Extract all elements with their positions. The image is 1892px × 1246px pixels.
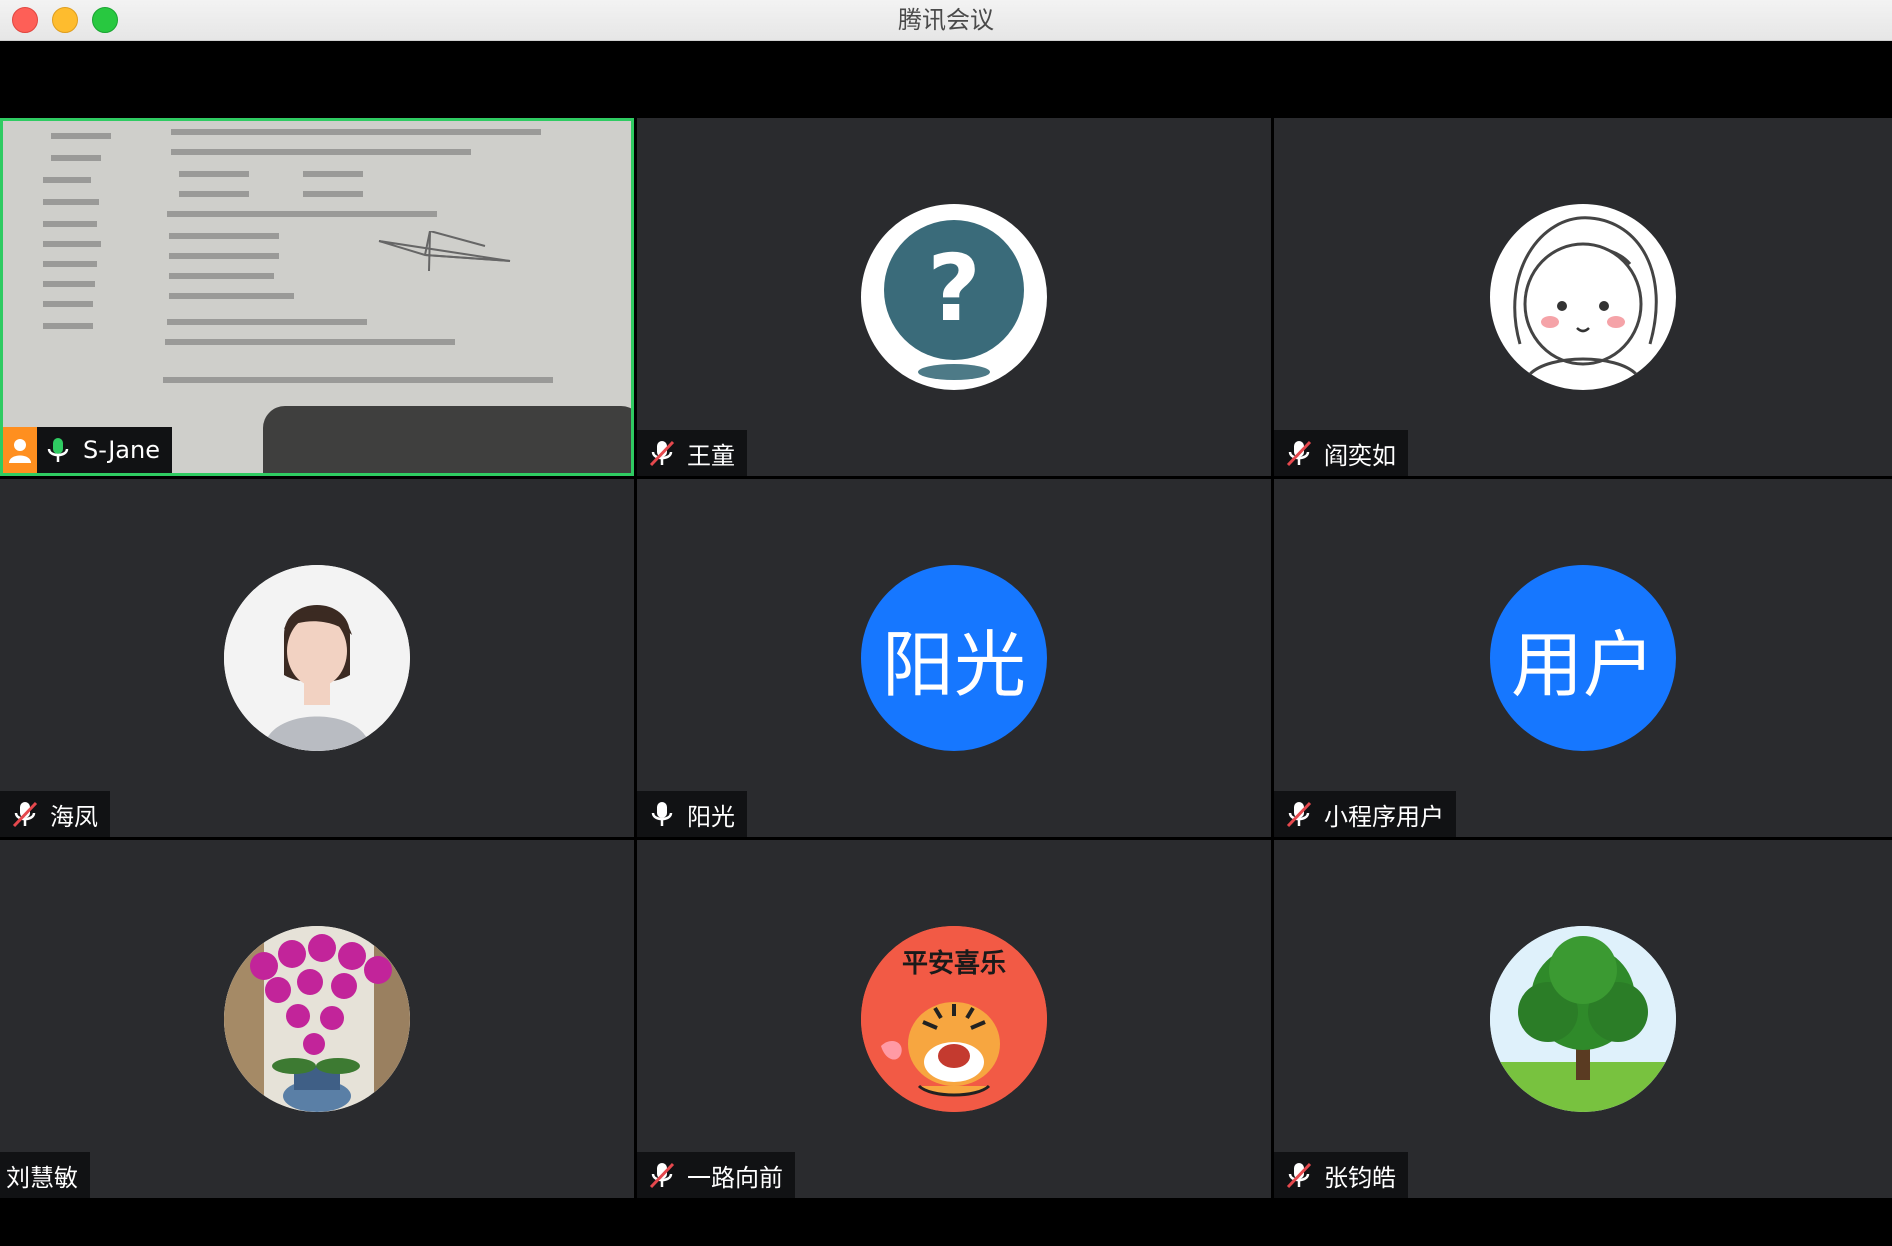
participant-name: 海凤	[50, 802, 98, 831]
participant-grid: S-Jane ? 王童 阎奕如 海凤 阳光 阳光 用户 小程序用户 刘慧敏 平安…	[0, 118, 1892, 1198]
doc-text-line	[43, 261, 97, 267]
doc-text-line	[167, 211, 437, 217]
doc-text-line	[43, 281, 95, 287]
cartoon-girl-avatar	[1490, 204, 1676, 390]
top-toolbar-area	[0, 41, 1892, 118]
doc-text-line	[43, 177, 91, 183]
participant-tile-mini-program-user[interactable]: 用户 小程序用户	[1274, 479, 1892, 837]
avatar-initials: 用户	[1490, 565, 1676, 751]
participant-name: S-Jane	[83, 436, 160, 464]
doc-text-line	[171, 129, 541, 135]
participant-name: 王童	[687, 441, 735, 470]
participant-tile-liu-huimin[interactable]: 刘慧敏	[0, 840, 634, 1198]
svg-text:?: ?	[927, 235, 980, 342]
green-tree-avatar	[1490, 926, 1676, 1112]
doc-text-line	[167, 319, 367, 325]
camera-shadow-object	[263, 406, 631, 473]
doc-text-line	[169, 253, 279, 259]
doc-text-line	[51, 155, 101, 161]
person-icon	[3, 427, 37, 473]
participant-tile-s-jane[interactable]: S-Jane	[0, 118, 634, 476]
participant-nametag: S-Jane	[3, 427, 172, 473]
doc-text-line	[163, 377, 553, 383]
doc-text-line	[179, 191, 249, 197]
window-title: 腾讯会议	[898, 6, 994, 34]
doc-text-line	[303, 171, 363, 177]
participant-tile-wang-tong[interactable]: ? 王童	[637, 118, 1271, 476]
mic-muted-icon	[649, 440, 675, 467]
mic-muted-icon	[1286, 801, 1312, 828]
tiger-avatar: 平安喜乐	[861, 926, 1047, 1112]
question-mark-avatar: ?	[861, 204, 1047, 390]
geometry-figure	[378, 231, 511, 272]
woman-photo-avatar	[224, 565, 410, 751]
orchid-flowers-avatar	[224, 926, 410, 1112]
participant-tile-yan-yiru[interactable]: 阎奕如	[1274, 118, 1892, 476]
participant-nametag: 张钧皓	[1274, 1152, 1408, 1198]
text-avatar: 阳光	[861, 565, 1047, 751]
participant-nametag: 海凤	[0, 791, 110, 837]
window-titlebar: 腾讯会议	[0, 0, 1892, 41]
doc-text-line	[43, 221, 97, 227]
participant-nametag: 王童	[637, 430, 747, 476]
participant-tile-yang-guang[interactable]: 阳光 阳光	[637, 479, 1271, 837]
shared-screen-document	[3, 121, 631, 473]
doc-text-line	[171, 149, 471, 155]
participant-tile-zhang-junhao[interactable]: 张钧皓	[1274, 840, 1892, 1198]
participant-name: 阎奕如	[1324, 441, 1396, 470]
doc-text-line	[169, 293, 294, 299]
doc-text-line	[43, 199, 99, 205]
mic-muted-icon	[1286, 1162, 1312, 1189]
participant-tile-hai-feng[interactable]: 海凤	[0, 479, 634, 837]
mic-on-icon	[47, 438, 69, 462]
mic-on-icon	[651, 802, 673, 826]
participant-nametag: 刘慧敏	[0, 1152, 90, 1198]
participant-tile-yi-lu-xiang-qian[interactable]: 平安喜乐 一路向前	[637, 840, 1271, 1198]
participant-name: 小程序用户	[1324, 802, 1444, 831]
avatar-caption: 平安喜乐	[902, 949, 1006, 979]
participant-nametag: 阳光	[637, 791, 747, 837]
doc-text-line	[43, 241, 101, 247]
avatar-initials: 阳光	[861, 565, 1047, 751]
text-avatar: 用户	[1490, 565, 1676, 751]
participant-nametag: 小程序用户	[1274, 791, 1456, 837]
doc-text-line	[43, 323, 93, 329]
mic-muted-icon	[649, 1162, 675, 1189]
mic-muted-icon	[12, 801, 38, 828]
doc-text-line	[169, 273, 274, 279]
doc-text-line	[169, 233, 279, 239]
participant-nametag: 一路向前	[637, 1152, 795, 1198]
participant-name: 阳光	[687, 802, 735, 831]
mic-muted-icon	[1286, 440, 1312, 467]
participant-nametag: 阎奕如	[1274, 430, 1408, 476]
doc-text-line	[43, 301, 93, 307]
doc-text-line	[165, 339, 455, 345]
participant-name: 张钧皓	[1324, 1163, 1396, 1192]
doc-text-line	[303, 191, 363, 197]
bottom-toolbar-area	[0, 1198, 1892, 1246]
participant-name: 刘慧敏	[6, 1163, 78, 1192]
doc-text-line	[179, 171, 249, 177]
participant-name: 一路向前	[687, 1163, 783, 1192]
doc-text-line	[51, 133, 111, 139]
